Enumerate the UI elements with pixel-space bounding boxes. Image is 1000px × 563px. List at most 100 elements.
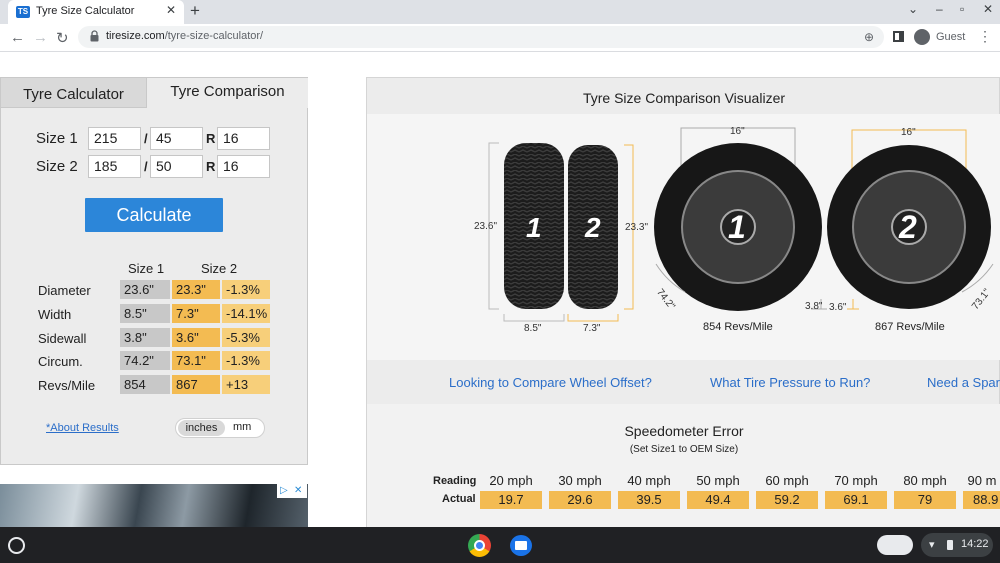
calculate-button[interactable]: Calculate (85, 198, 223, 232)
reading-cell: 80 mph (903, 473, 947, 488)
tab-strip: TS Tyre Size Calculator ✕ + ⌄ ‒ ▫ ✕ (0, 0, 1000, 24)
close-tab-icon[interactable]: ✕ (166, 3, 176, 17)
speedometer-title: Speedometer Error (624, 423, 744, 439)
revs-size2: 867 (172, 375, 220, 394)
unit-inches-option[interactable]: inches (178, 420, 225, 436)
tray-pod-icon[interactable] (877, 535, 913, 555)
diameter-diff: -1.3% (222, 280, 270, 299)
reading-cell: 30 mph (558, 473, 602, 488)
reading-label: Reading (433, 475, 477, 487)
reload-icon[interactable]: ↻ (56, 29, 69, 47)
new-tab-button[interactable]: + (190, 1, 200, 21)
url-text: tiresize.com/tyre-size-calculator/ (106, 30, 264, 42)
tyre1-height-label: 23.6" (474, 221, 498, 232)
row-label-circumference: Circum. (38, 354, 83, 369)
actual-cell: 79 (894, 491, 956, 509)
circum-size1: 74.2" (120, 351, 170, 370)
size1-rim-input[interactable]: 16 (217, 127, 270, 150)
col-header-size1: Size 1 (128, 261, 165, 276)
actual-cell: 29.6 (549, 491, 611, 509)
tyre2-sidewall-label: 3.6" (829, 302, 847, 313)
calculator-panel: Tyre Calculator Tyre Comparison Size 1 2… (0, 77, 308, 465)
tab-search-icon[interactable]: ⌄ (908, 2, 918, 16)
actual-label: Actual (442, 493, 476, 505)
tab-tyre-comparison[interactable]: Tyre Comparison (146, 78, 308, 108)
unit-toggle[interactable]: inches mm (175, 418, 265, 438)
spare-link[interactable]: Need a Spar (927, 375, 1000, 390)
rim-r-label: R (206, 159, 216, 174)
reading-cell: 60 mph (765, 473, 809, 488)
tyre2-revs: 867 Revs/Mile (875, 321, 945, 333)
tyre1-revs: 854 Revs/Mile (703, 321, 773, 333)
tyre1-rim-label: 16" (730, 126, 745, 137)
diameter-size1: 23.6" (120, 280, 170, 299)
status-area[interactable]: ▾ 14:22 (921, 533, 993, 557)
actual-cell: 69.1 (825, 491, 887, 509)
about-results-link[interactable]: *About Results (46, 422, 119, 434)
toolbar: ← → ↻ tiresize.com/tyre-size-calculator/ (0, 24, 1000, 52)
size2-width-input[interactable]: 185 (88, 155, 141, 178)
size1-aspect-input[interactable]: 45 (150, 127, 203, 150)
ad-close-icon[interactable]: ✕ (294, 485, 302, 496)
browser-tab[interactable]: TS Tyre Size Calculator ✕ (8, 0, 184, 24)
sidewall-size2: 3.6" (172, 328, 220, 347)
favicon-icon: TS (16, 6, 30, 18)
width-diff: -14.1% (222, 304, 270, 323)
row-label-width: Width (38, 307, 72, 322)
tyre2-height-label: 23.3" (625, 222, 649, 233)
advertisement-image[interactable]: ▷ ✕ (0, 484, 308, 528)
tyre2-rim-label: 16" (901, 127, 916, 138)
unit-mm-option[interactable]: mm (233, 421, 251, 433)
wheel-offset-link[interactable]: Looking to Compare Wheel Offset? (449, 375, 652, 390)
back-icon[interactable]: ← (10, 29, 25, 46)
zoom-icon[interactable]: ⊕ (864, 30, 874, 44)
close-window-icon[interactable]: ✕ (983, 2, 993, 16)
chrome-app-icon[interactable] (468, 534, 491, 557)
reading-cell: 40 mph (627, 473, 671, 488)
ad-info-icon[interactable]: ▷ (280, 485, 288, 496)
visualizer-canvas: 1 2 1 2 23.6" 23.3" 8.5" 7.3" 16" 16" 3.… (367, 114, 1000, 360)
reading-cell: 70 mph (834, 473, 878, 488)
taskbar: ▾ 14:22 (0, 527, 1000, 563)
reading-cell: 90 m (967, 473, 997, 488)
tyre1-sidewall-label: 3.8" (805, 301, 823, 312)
speedometer-section: Speedometer Error (Set Size1 to OEM Size… (367, 404, 1000, 528)
restore-icon[interactable]: ▫ (960, 2, 964, 16)
size1-width-input[interactable]: 215 (88, 127, 141, 150)
side-panel-icon[interactable] (893, 31, 904, 42)
actual-cell: 59.2 (756, 491, 818, 509)
size2-label: Size 2 (36, 158, 78, 175)
more-menu-icon[interactable]: ⋮ (978, 28, 992, 45)
size2-aspect-input[interactable]: 50 (150, 155, 203, 178)
width-size1: 8.5" (120, 304, 170, 323)
files-app-icon[interactable] (510, 535, 532, 556)
folder-icon (515, 541, 527, 550)
launcher-icon[interactable] (8, 537, 25, 554)
tab-tyre-calculator[interactable]: Tyre Calculator (1, 78, 146, 108)
slash: / (144, 131, 148, 146)
profile-label[interactable]: Guest (936, 31, 965, 43)
forward-icon[interactable]: → (33, 29, 48, 46)
tyre2-front-number: 2 (899, 209, 917, 245)
actual-cell: 19.7 (480, 491, 542, 509)
address-bar[interactable]: tiresize.com/tyre-size-calculator/ (78, 26, 884, 48)
tyre1-width-label: 8.5" (524, 323, 542, 334)
battery-icon (947, 540, 953, 550)
clock: 14:22 (961, 538, 989, 550)
profile-avatar[interactable] (914, 29, 930, 45)
visualizer-title: Tyre Size Comparison Visualizer (582, 90, 786, 106)
sidewall-diff: -5.3% (222, 328, 270, 347)
row-label-revs: Revs/Mile (38, 378, 96, 393)
tyre2-side-number: 2 (585, 212, 601, 243)
tab-title: Tyre Size Calculator (36, 5, 135, 17)
diameter-size2: 23.3" (172, 280, 220, 299)
size2-rim-input[interactable]: 16 (217, 155, 270, 178)
minimize-icon[interactable]: ‒ (936, 2, 943, 16)
tire-pressure-link[interactable]: What Tire Pressure to Run? (710, 375, 870, 390)
lock-icon (90, 30, 99, 42)
actual-cell: 39.5 (618, 491, 680, 509)
ad-choices-icon[interactable]: ▷ ✕ (277, 484, 307, 498)
circum-diff: -1.3% (222, 351, 270, 370)
tyre2-width-label: 7.3" (583, 323, 601, 334)
size1-label: Size 1 (36, 130, 78, 147)
